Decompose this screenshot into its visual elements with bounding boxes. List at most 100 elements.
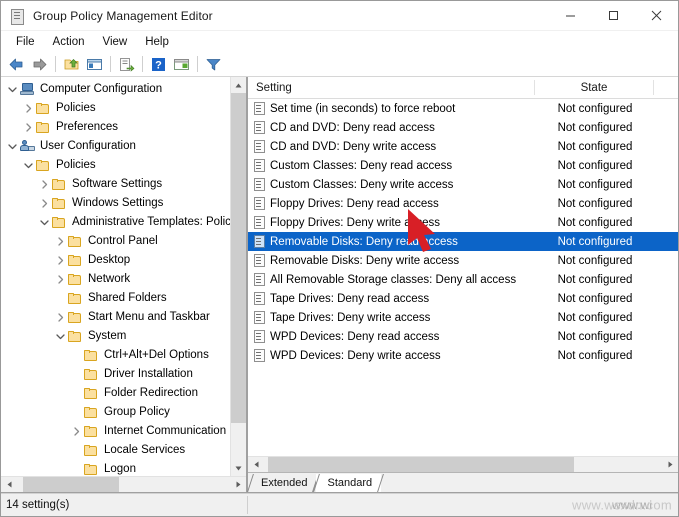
tree-horizontal-scrollbar[interactable]	[1, 476, 246, 492]
column-header-setting[interactable]: Setting	[248, 80, 535, 95]
table-row[interactable]: Tape Drives: Deny read access Not configu…	[248, 289, 678, 308]
show-hide-tree-icon[interactable]	[83, 53, 106, 75]
scroll-down-icon[interactable]	[231, 460, 246, 476]
tree-node[interactable]: Logon	[1, 460, 230, 476]
table-row[interactable]: Set time (in seconds) to force reboot Not…	[248, 99, 678, 118]
table-row[interactable]: Removable Disks: Deny write access Not co…	[248, 251, 678, 270]
list-hscroll-track[interactable]	[264, 457, 662, 472]
tree-scroll-thumb[interactable]	[231, 93, 246, 423]
tree-node[interactable]: Locale Services	[1, 441, 230, 460]
table-row[interactable]: WPD Devices: Deny write access Not config…	[248, 346, 678, 365]
table-row[interactable]: Removable Disks: Deny read access Not con…	[248, 232, 678, 251]
table-row[interactable]: CD and DVD: Deny write access Not configu…	[248, 137, 678, 156]
tree-node[interactable]: Folder Redirection	[1, 384, 230, 403]
tree-node-label: Driver Installation	[104, 368, 193, 380]
minimize-icon[interactable]	[549, 1, 592, 30]
up-one-level-icon[interactable]	[60, 53, 83, 75]
chevron-right-icon[interactable]	[37, 199, 52, 208]
chevron-down-icon[interactable]	[21, 161, 36, 170]
policy-setting-icon	[248, 178, 270, 191]
tab-extended[interactable]: Extended	[250, 474, 317, 492]
chevron-right-icon[interactable]	[53, 256, 68, 265]
tree-hscroll-track[interactable]	[17, 477, 230, 492]
tree-node[interactable]: Policies	[1, 99, 230, 118]
status-bar: 14 setting(s) www.wi www.wsxdn.com	[1, 493, 678, 516]
menu-action[interactable]: Action	[44, 35, 94, 49]
tree-node[interactable]: Administrative Templates: Policy de	[1, 213, 230, 232]
chevron-right-icon[interactable]	[37, 180, 52, 189]
chevron-right-icon[interactable]	[53, 313, 68, 322]
tree-node[interactable]: Start Menu and Taskbar	[1, 308, 230, 327]
chevron-right-icon[interactable]	[21, 104, 36, 113]
close-icon[interactable]	[635, 1, 678, 30]
forward-icon[interactable]	[28, 53, 51, 75]
tree-scroll-track[interactable]	[231, 93, 246, 460]
tree-node[interactable]: Software Settings	[1, 175, 230, 194]
tree-node[interactable]: Driver Installation	[1, 365, 230, 384]
tree-node[interactable]: System	[1, 327, 230, 346]
chevron-down-icon[interactable]	[37, 218, 52, 227]
tree-node[interactable]: Control Panel	[1, 232, 230, 251]
tree-node[interactable]: Preferences	[1, 118, 230, 137]
table-row[interactable]: WPD Devices: Deny read access Not configu…	[248, 327, 678, 346]
view-tabs[interactable]: Extended Standard	[248, 472, 678, 492]
scroll-up-icon[interactable]	[231, 77, 246, 93]
settings-list[interactable]: Set time (in seconds) to force reboot Not…	[248, 99, 678, 456]
chevron-down-icon[interactable]	[53, 332, 68, 341]
scroll-left-icon[interactable]	[1, 477, 17, 492]
chevron-down-icon[interactable]	[5, 85, 20, 94]
scroll-right-icon[interactable]	[230, 477, 246, 492]
table-row[interactable]: Custom Classes: Deny read access Not conf…	[248, 156, 678, 175]
table-row[interactable]: CD and DVD: Deny read access Not configur…	[248, 118, 678, 137]
scroll-left-icon[interactable]	[248, 457, 264, 472]
list-hscroll-thumb[interactable]	[268, 457, 574, 472]
chevron-down-icon[interactable]	[5, 142, 20, 151]
policy-setting-icon	[248, 273, 270, 286]
table-row[interactable]: Floppy Drives: Deny read access Not confi…	[248, 194, 678, 213]
tree-node[interactable]: User Configuration	[1, 137, 230, 156]
column-header-state[interactable]: State	[535, 80, 654, 95]
filter-icon[interactable]	[202, 53, 225, 75]
tree-node[interactable]: Desktop	[1, 251, 230, 270]
folder-icon	[68, 331, 85, 342]
table-row[interactable]: All Removable Storage classes: Deny all …	[248, 270, 678, 289]
tree-node-label: Computer Configuration	[40, 83, 163, 95]
list-horizontal-scrollbar[interactable]	[248, 456, 678, 472]
setting-name: Tape Drives: Deny read access	[270, 292, 430, 305]
tree-node[interactable]: Network	[1, 270, 230, 289]
policy-tree[interactable]: Computer Configuration Policies Preference…	[1, 77, 230, 476]
maximize-icon[interactable]	[592, 1, 635, 30]
table-row[interactable]: Floppy Drives: Deny write access Not conf…	[248, 213, 678, 232]
tree-vertical-scrollbar[interactable]	[230, 77, 246, 476]
setting-name: Floppy Drives: Deny read access	[270, 197, 439, 210]
tree-node[interactable]: Ctrl+Alt+Del Options	[1, 346, 230, 365]
table-row[interactable]: Custom Classes: Deny write access Not con…	[248, 175, 678, 194]
chevron-right-icon[interactable]	[21, 123, 36, 132]
tree-node[interactable]: Windows Settings	[1, 194, 230, 213]
tree-node[interactable]: Internet Communication M	[1, 422, 230, 441]
tree-node[interactable]: Computer Configuration	[1, 80, 230, 99]
setting-state: Not configured	[557, 140, 633, 153]
menu-view[interactable]: View	[94, 35, 137, 49]
chevron-right-icon[interactable]	[53, 275, 68, 284]
tree-node[interactable]: Shared Folders	[1, 289, 230, 308]
chevron-right-icon[interactable]	[53, 237, 68, 246]
setting-name: All Removable Storage classes: Deny all …	[270, 273, 517, 286]
setting-name: Removable Disks: Deny read access	[270, 235, 458, 248]
scroll-right-icon[interactable]	[662, 457, 678, 472]
policy-setting-icon	[248, 197, 270, 210]
back-icon[interactable]	[5, 53, 28, 75]
help-icon[interactable]: ?	[147, 53, 170, 75]
tab-standard[interactable]: Standard	[316, 474, 382, 492]
tree-node[interactable]: Group Policy	[1, 403, 230, 422]
setting-count-label: 14 setting(s)	[6, 499, 70, 511]
setting-name: Custom Classes: Deny write access	[270, 178, 454, 191]
chevron-right-icon[interactable]	[69, 427, 84, 436]
menu-help[interactable]: Help	[136, 35, 178, 49]
export-list-icon[interactable]	[115, 53, 138, 75]
menu-file[interactable]: File	[7, 35, 44, 49]
tree-node[interactable]: Policies	[1, 156, 230, 175]
show-hide-action-pane-icon[interactable]	[170, 53, 193, 75]
tree-hscroll-thumb[interactable]	[23, 477, 119, 492]
table-row[interactable]: Tape Drives: Deny write access Not config…	[248, 308, 678, 327]
